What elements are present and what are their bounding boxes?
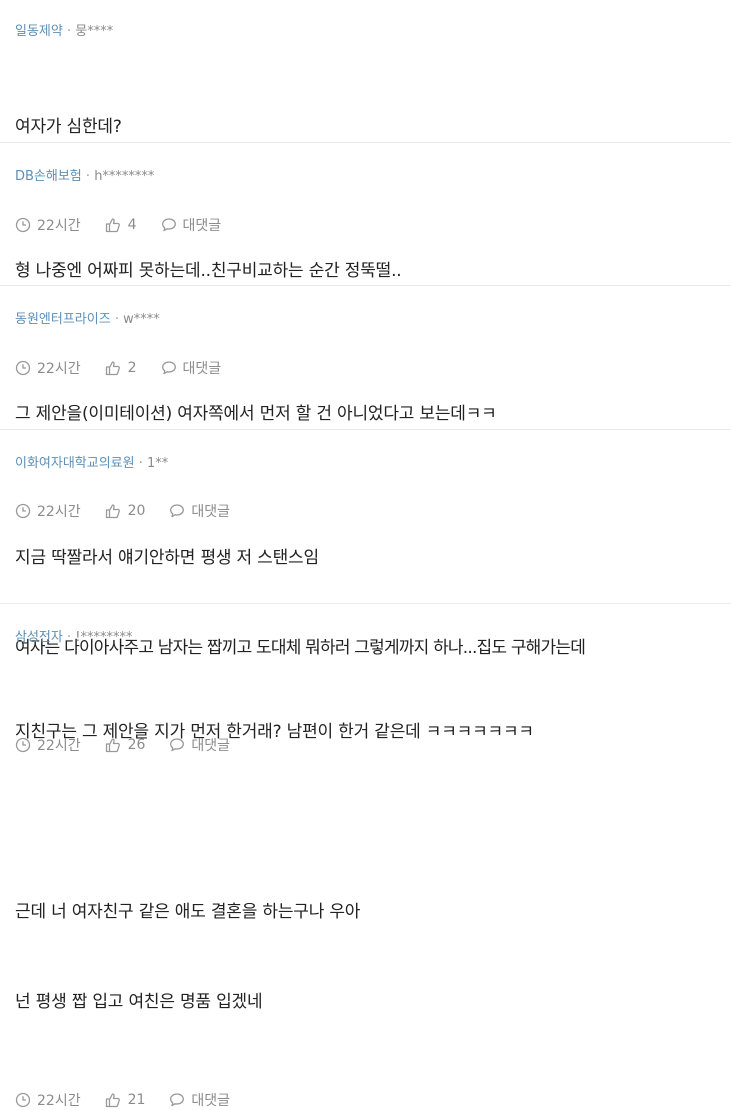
user-name: 1** [147, 456, 169, 471]
comment-list: 일동제약 · 뭉**** 여자가 심한데? 22시간 4 대댓글 DB손해보험 [0, 0, 731, 1109]
comment-body: 지친구는 그 제안을 지가 먼저 한거래? 남편이 한거 같은데 ㅋㅋㅋㅋㅋㅋㅋ… [15, 657, 715, 1077]
comment-meta: 이화여자대학교의료원 · 1** [15, 455, 715, 473]
meta-separator: · [85, 169, 95, 184]
meta-separator: · [66, 630, 76, 645]
thumbs-up-icon [105, 1093, 120, 1108]
like-count: 21 [127, 1092, 146, 1108]
comment-item: 삼성전자 · !******** 지친구는 그 제안을 지가 먼저 한거래? 남… [0, 604, 731, 1109]
comment-line: 지친구는 그 제안을 지가 먼저 한거래? 남편이 한거 같은데 ㅋㅋㅋㅋㅋㅋㅋ [15, 722, 534, 742]
meta-separator: · [138, 456, 148, 471]
meta-separator: · [66, 24, 76, 39]
company-name[interactable]: 동원엔터프라이즈 [15, 312, 111, 327]
comment-item: 이화여자대학교의료원 · 1** 지금 딱짤라서 얘기안하면 평생 저 스탠스임… [0, 430, 731, 754]
meta-separator: · [114, 312, 124, 327]
comment-actions: 22시간 21 대댓글 [15, 1090, 715, 1110]
comment-line: 그 제안을(이미테이션) 여자쪽에서 먼저 할 건 아니었다고 보는데ㅋㅋ [15, 404, 497, 424]
company-name[interactable]: DB손해보험 [15, 169, 82, 184]
company-name[interactable]: 이화여자대학교의료원 [15, 456, 135, 471]
company-name[interactable]: 일동제약 [15, 24, 63, 39]
comment-meta: DB손해보험 · h******** [15, 168, 715, 186]
comment-line: 넌 평생 짭 입고 여친은 명품 입겠네 [15, 992, 263, 1012]
comment-line: 여자가 심한데? [15, 117, 122, 137]
time-label: 22시간 [37, 1093, 81, 1109]
comment-item: 동원엔터프라이즈 · w**** 그 제안을(이미테이션) 여자쪽에서 먼저 할… [0, 286, 731, 520]
comment-item: 일동제약 · 뭉**** 여자가 심한데? 22시간 4 대댓글 [0, 0, 731, 234]
time-stamp: 22시간 [15, 1090, 81, 1110]
reply-button[interactable]: 대댓글 [169, 1090, 230, 1110]
comment-line: 형 나중엔 어짜피 못하는데..친구비교하는 순간 정뚝떨.. [15, 261, 402, 281]
company-name[interactable]: 삼성전자 [15, 630, 63, 645]
comment-meta: 삼성전자 · !******** [15, 629, 715, 647]
comment-meta: 일동제약 · 뭉**** [15, 23, 715, 41]
user-name: w**** [123, 312, 160, 327]
comment-item: DB손해보험 · h******** 형 나중엔 어짜피 못하는데..친구비교하… [0, 143, 731, 377]
user-name: h******** [94, 169, 155, 184]
like-button[interactable]: 21 [105, 1092, 146, 1108]
clock-icon [15, 1092, 31, 1108]
reply-label: 대댓글 [191, 1093, 231, 1109]
user-name: 뭉**** [75, 24, 114, 39]
comment-line: 근데 너 여자친구 같은 애도 결혼을 하는구나 우아 [15, 902, 361, 922]
user-name: !******** [75, 630, 133, 645]
comment-meta: 동원엔터프라이즈 · w**** [15, 311, 715, 329]
comment-line: 지금 딱짤라서 얘기안하면 평생 저 스탠스임 [15, 548, 319, 568]
speech-bubble-icon [170, 1093, 185, 1107]
